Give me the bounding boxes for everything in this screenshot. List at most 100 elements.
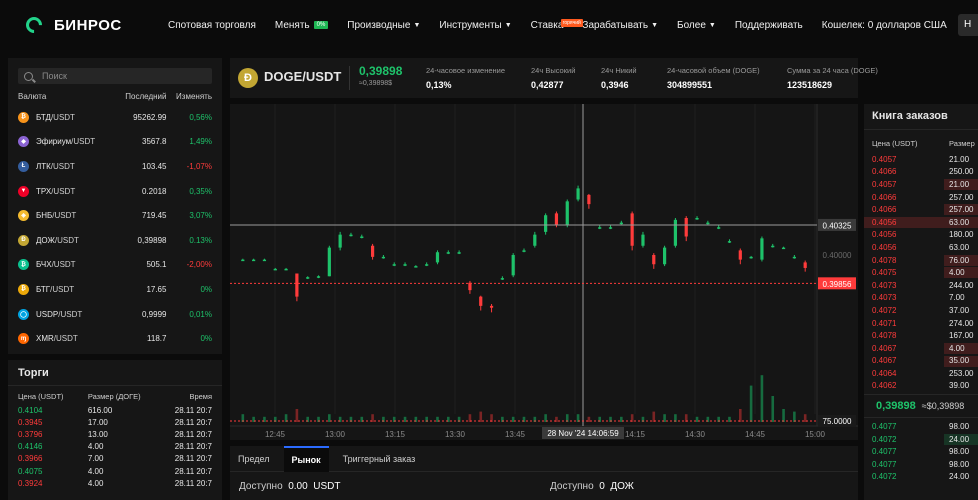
market-quote: /USDT [52,211,77,221]
header-change[interactable]: Изменять [166,92,212,101]
asks-amount: 21.00 [949,179,970,189]
candle-body [457,252,461,254]
header-pair[interactable]: Валюта [18,92,117,101]
logo-icon [22,13,46,37]
bids-row[interactable]: 0.4077 98.00 [864,458,978,471]
candle-body [370,245,375,257]
trade-time: 28.11 20:7 [174,417,212,427]
price-chart[interactable]: 12:4513:0013:1513:3013:4514:0014:1514:30… [230,104,858,440]
bids-row[interactable]: 0.4077 98.00 [864,445,978,458]
nav-item-7[interactable]: Поддерживать [735,20,803,31]
market-last: 17.65 [146,284,167,294]
market-row[interactable]: ▼ ТРХ/USDT 0.2018 0,35% [8,179,222,204]
x-tick-label: 13:45 [505,430,526,439]
asks-row[interactable]: 0.4066 257.00 [864,191,978,204]
bids-row[interactable]: 0.4072 24.00 [864,471,978,484]
trade-row: 0.3945 17.00 28.11 20:7 [8,416,222,428]
ticker-stat: Сумма за 24 часа (DOGE) 123518629 [787,66,878,90]
asks-row[interactable]: 0.4056 63.00 [864,241,978,254]
asks-price: 0.4073 [872,280,897,290]
nav-item-0[interactable]: Спотовая торговля [168,20,256,31]
candle-body [262,259,267,262]
asks-row[interactable]: 0.4071 274.00 [864,317,978,330]
asks-row[interactable]: 0.4057 21.00 [864,153,978,166]
asks-row[interactable]: 0.4062 39.00 [864,380,978,393]
header-trade-time: Время [189,392,212,401]
pair-selector[interactable]: DOGE/USDT [264,69,341,84]
market-last: 505.1 [146,260,167,270]
litecoin-icon: Ł [18,160,29,172]
asks-row[interactable]: 0.4067 35.00 [864,355,978,368]
asks-row[interactable]: 0.4067 4.00 [864,342,978,355]
candle-body [587,194,591,205]
nav-item-4[interactable]: Ставка горячий [531,18,583,31]
ticker-stat-label: 24ч Высокий [531,66,576,75]
asks-row[interactable]: 0.4073 7.00 [864,292,978,305]
market-row[interactable]: ◯ USDP/USDT 0,9999 0,01% [8,302,222,327]
trade-row: 0.4146 4.00 28.11 20:7 [8,441,222,453]
asks-price: 0.4064 [872,368,897,378]
bids-row[interactable]: 0.4072 24.00 [864,433,978,446]
asks-row[interactable]: 0.4072 37.00 [864,304,978,317]
candle-body [608,227,613,229]
available-buy: Доступно 0.00 USDT [239,481,340,492]
ticker-stat-value: 0,42877 [531,80,564,90]
bids-row[interactable]: 0.4077 98.00 [864,420,978,433]
dogecoin-icon: Ð [238,68,258,88]
asks-row[interactable]: 0.4057 21.00 [864,178,978,191]
candle-body [717,227,721,229]
market-row[interactable]: ◆ Эфириум/USDT 3567.8 1,49% [8,130,222,155]
bids-amount: 98.00 [949,459,970,469]
candlestick-chart[interactable]: 12:4513:0013:1513:3013:4514:0014:1514:30… [230,104,858,440]
candle-body [446,252,450,254]
nav-item-1[interactable]: Менять 0% [275,20,329,31]
tab-order-type[interactable]: Триггерный заказ [343,454,416,464]
asks-amount: 244.00 [949,280,974,290]
asks-row[interactable]: 0.4075 4.00 [864,266,978,279]
market-change: 1,49% [189,137,212,147]
market-row[interactable]: ₿ БТГ/USDT 17.65 0% [8,277,222,302]
nav-item-5[interactable]: Зарабатывать ▼ [582,20,658,31]
nav-item-3[interactable]: Инструменты ▼ [439,20,511,31]
market-quote: /USDT [50,284,75,294]
asks-row[interactable]: 0.4078 76.00 [864,254,978,267]
market-row[interactable]: Ð ДОЖ/USDT 0,39898 0.13% [8,228,222,253]
ticker-stat-label: 24-часовой объем (DOGE) [667,66,760,75]
candle-body [695,218,699,220]
market-quote: /USDT [50,161,75,171]
brand-logo[interactable]: БИНРОС [22,13,168,37]
market-row[interactable]: ₿ БТД/USDT 95262.99 0,56% [8,105,222,130]
market-row[interactable]: Ł ЛТК/USDT 103.45 -1,07% [8,154,222,179]
x-tick-label: 14:30 [685,430,706,439]
market-row[interactable]: ɱ XMR/USDT 118.7 0% [8,326,222,351]
market-last: 95262.99 [133,112,167,122]
nav-item-8[interactable]: Кошелек: 0 долларов США [822,20,947,31]
nav-item-6[interactable]: Более ▼ [677,20,716,31]
asks-row[interactable]: 0.4073 244.00 [864,279,978,292]
header-last[interactable]: Последний [117,92,166,101]
asks-row[interactable]: 0.4056 63.00 [864,216,978,229]
login-button[interactable]: Н [958,14,978,36]
market-row[interactable]: ◈ БНБ/USDT 719.45 3,07% [8,203,222,228]
order-form: Предел Рынок Триггерный заказ Доступно 0.0… [230,445,858,500]
asks-amount: 4.00 [949,268,965,278]
divider [349,66,350,90]
asks-row[interactable]: 0.4064 253.00 [864,367,978,380]
tab-order-type[interactable]: Рынок [283,445,329,472]
nav-item-2[interactable]: Производные ▼ [347,20,420,31]
volume-bar [695,416,699,422]
asks-row[interactable]: 0.4078 167.00 [864,329,978,342]
market-last: 3567.8 [142,137,167,147]
market-search-input[interactable]: Поиск [18,68,212,84]
ticker-bar: Ð DOGE/USDT 0,39898 ≈0,39898$ 24-часовое… [230,58,878,98]
volume-bar [652,411,656,422]
asks-row[interactable]: 0.4066 257.00 [864,203,978,216]
asks-amount: 7.00 [949,293,965,303]
candle-body [673,219,678,246]
asks-price: 0.4072 [872,305,897,315]
asks-price: 0.4067 [872,356,897,366]
market-row[interactable]: ₿ БЧХ/USDT 505.1 -2,00% [8,253,222,278]
tab-order-type[interactable]: Предел [238,454,270,464]
asks-row[interactable]: 0.4056 180.00 [864,229,978,242]
asks-row[interactable]: 0.4066 250.00 [864,166,978,179]
